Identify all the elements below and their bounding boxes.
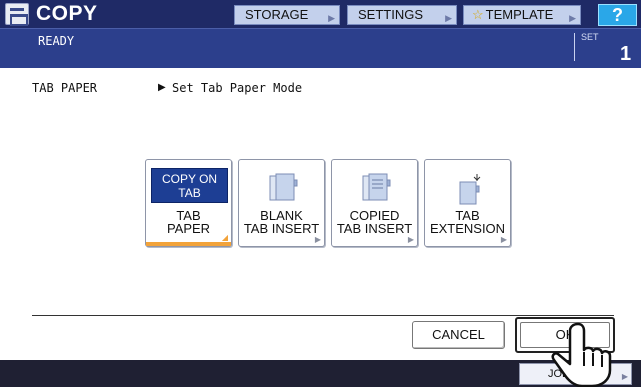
badge-line1: COPY ON (161, 172, 218, 186)
divider (32, 315, 614, 316)
storage-label: STORAGE (245, 7, 309, 22)
template-button[interactable]: ☆ TEMPLATE ▶ (463, 5, 581, 25)
hand-pointer-icon (551, 322, 612, 387)
copied-tab-insert-button[interactable]: COPIED TAB INSERT ▶ (331, 159, 418, 247)
status-bar: READY SET 1 (0, 28, 641, 68)
top-bar: COPY STORAGE ▶ SETTINGS ▶ ☆ TEMPLATE ▶ ? (0, 0, 641, 28)
label-line2: PAPER (166, 221, 211, 236)
copy-icon (5, 3, 29, 26)
blank-tab-insert-button[interactable]: BLANK TAB INSERT ▶ (238, 159, 325, 247)
arrow-icon: ▶ (621, 372, 628, 381)
button-label: TAB EXTENSION (425, 209, 510, 235)
storage-button[interactable]: STORAGE ▶ (234, 5, 340, 25)
cancel-button[interactable]: CANCEL (412, 321, 505, 349)
arrow-icon: ▶ (314, 235, 321, 244)
arrow-icon: ▶ (328, 13, 335, 23)
copy-on-tab-badge: COPY ON TAB (151, 168, 228, 203)
button-label: TAB PAPER (146, 209, 231, 235)
badge-line2: TAB (178, 186, 201, 200)
template-label: TEMPLATE (485, 7, 554, 22)
arrow-icon: ▶ (569, 13, 576, 23)
star-icon: ☆ (472, 7, 484, 22)
status-text: READY (38, 34, 75, 48)
tab-extension-icon (459, 174, 481, 205)
tab-copy-icon (362, 173, 391, 201)
set-label: SET (581, 32, 599, 42)
button-label: COPIED TAB INSERT (332, 209, 417, 235)
tab-extension-button[interactable]: TAB EXTENSION ▶ (424, 159, 511, 247)
mode-label: TAB PAPER (32, 81, 98, 95)
settings-label: SETTINGS (358, 7, 424, 22)
mode-description: Set Tab Paper Mode (172, 81, 303, 95)
selected-indicator (146, 242, 231, 246)
app-title: COPY (36, 2, 98, 25)
divider (574, 33, 575, 61)
arrow-icon: ◢ (221, 233, 228, 242)
copy-on-tab-button[interactable]: COPY ON TAB TAB PAPER ◢ (145, 159, 232, 247)
arrow-icon: ▶ (407, 235, 414, 244)
button-label: BLANK TAB INSERT (239, 209, 324, 235)
tab-paper-icon (269, 173, 298, 201)
label-line2: TAB INSERT (243, 221, 320, 236)
arrow-icon: ▶ (500, 235, 507, 244)
settings-button[interactable]: SETTINGS ▶ (347, 5, 457, 25)
label-line2: TAB INSERT (336, 221, 413, 236)
label-line2: EXTENSION (429, 221, 506, 236)
triangle-right-icon: ▶ (158, 82, 166, 93)
help-button[interactable]: ? (598, 4, 637, 26)
arrow-icon: ▶ (445, 13, 452, 23)
set-count: 1 (620, 43, 632, 65)
